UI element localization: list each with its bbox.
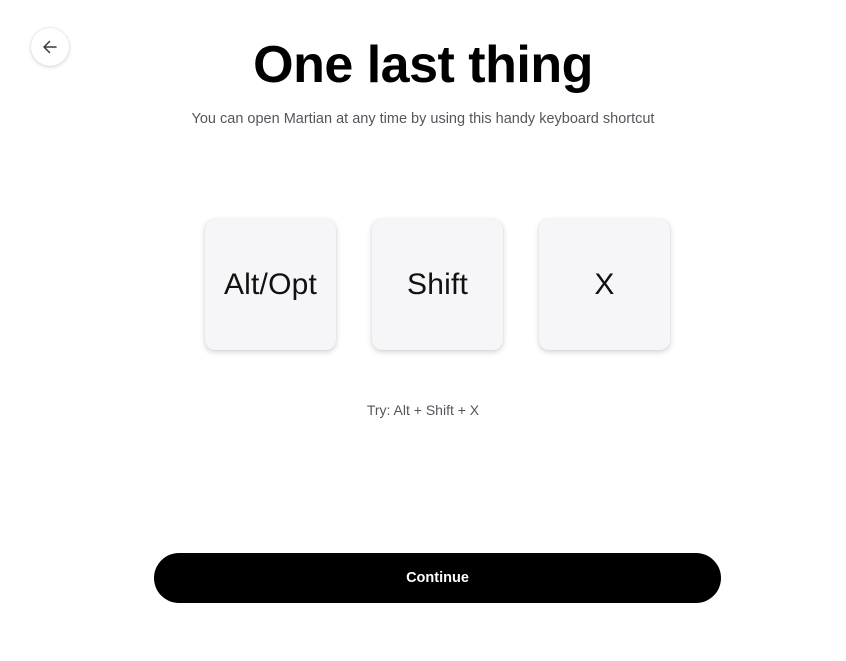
continue-button[interactable]: Continue (154, 553, 721, 603)
page-subtitle: You can open Martian at any time by usin… (191, 111, 655, 127)
key-alt-opt: Alt/Opt (205, 219, 336, 350)
onboarding-page: One last thing You can open Martian at a… (0, 0, 846, 661)
page-title: One last thing (253, 36, 593, 94)
key-shift: Shift (372, 219, 503, 350)
shortcut-hint: Try: Alt + Shift + X (366, 402, 480, 418)
key-x: X (539, 219, 670, 350)
shortcut-keys: Alt/Opt Shift X (205, 219, 670, 350)
